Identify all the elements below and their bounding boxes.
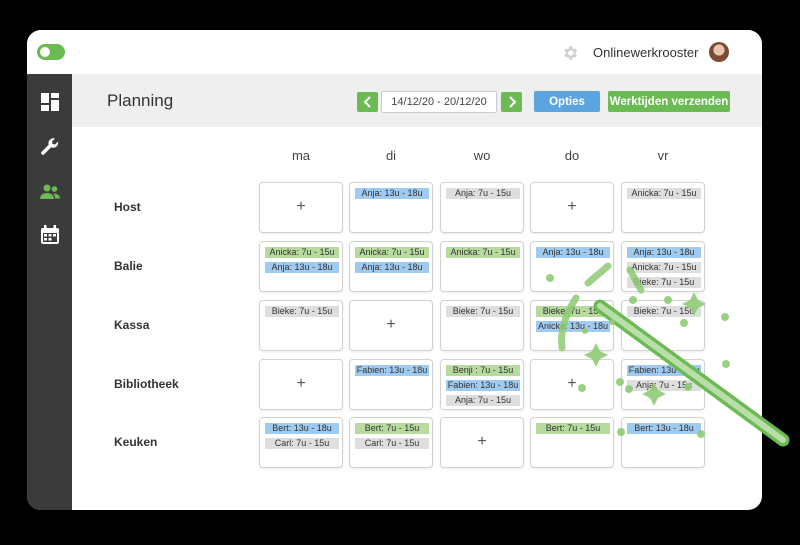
schedule-cell[interactable]: Bert: 7u - 15u Carl: 7u - 15u (349, 417, 433, 468)
shift-badge[interactable]: Anicka: 7u - 15u (446, 247, 520, 258)
shift-badge[interactable]: Anja: 13u - 18u (627, 247, 701, 258)
day-header-do: do (564, 148, 580, 163)
shift-badge[interactable]: Bieke: 7u - 15u (627, 277, 701, 288)
shift-badge[interactable]: Bert: 13u - 18u (265, 423, 339, 434)
users-icon[interactable] (40, 182, 60, 202)
app-window: Onlinewerkrooster Planning 14/12/20 - 20… (27, 30, 762, 510)
schedule-cell[interactable]: Fabien: 13u - 18u (349, 359, 433, 410)
schedule-cell[interactable]: Bieke: 7u - 15u (259, 300, 343, 351)
shift-badge[interactable]: Anicka: 7u - 15u (627, 262, 701, 273)
schedule-cell[interactable]: Benji : 7u - 15u Fabien: 13u - 18u Anja: 7… (440, 359, 524, 410)
page-title: Planning (107, 91, 174, 110)
day-header-ma: ma (291, 148, 311, 163)
schedule-cell[interactable]: Anja: 7u - 15u (440, 182, 524, 233)
day-header-di: di (385, 148, 397, 163)
schedule-cell[interactable]: Anicka: 7u - 15u Anja: 13u - 18u (259, 241, 343, 292)
avatar[interactable] (709, 42, 729, 62)
schedule-cell[interactable]: Anicka: 7u - 15u Anja: 13u - 18u (349, 241, 433, 292)
schedule-cell[interactable]: Anja: 13u - 18u Anicka: 7u - 15u Bieke: 7u… (621, 241, 705, 292)
shift-badge[interactable]: Anja: 13u - 18u (355, 262, 429, 273)
add-shift-icon[interactable]: + (441, 433, 523, 451)
shift-badge[interactable]: Fabien: 13u - 18u (355, 365, 429, 376)
schedule-cell[interactable]: + (530, 182, 614, 233)
shift-badge[interactable]: Anja: 13u - 18u (265, 262, 339, 273)
schedule-cell[interactable]: Bert: 7u - 15u (530, 417, 614, 468)
wrench-icon[interactable] (40, 137, 60, 157)
next-week-button[interactable] (501, 92, 522, 112)
schedule-cell[interactable]: Bert: 13u - 18u Carl: 7u - 15u (259, 417, 343, 468)
shift-badge[interactable]: Bieke: 7u - 15u (536, 306, 610, 317)
row-label-kassa: Kassa (114, 318, 150, 332)
schedule-cell[interactable]: Anja: 13u - 18u (349, 182, 433, 233)
add-shift-icon[interactable]: + (260, 375, 342, 393)
shift-badge[interactable]: Bieke: 7u - 15u (446, 306, 520, 317)
shift-badge[interactable]: Anicka: 13u - 18u (536, 321, 610, 332)
shift-badge[interactable]: Anicka: 7u - 15u (265, 247, 339, 258)
add-shift-icon[interactable]: + (531, 198, 613, 216)
row-label-bibliotheek: Bibliotheek (114, 377, 179, 391)
dashboard-icon[interactable] (40, 92, 60, 112)
shift-badge[interactable]: Anja: 7u - 15u (446, 188, 520, 199)
schedule-cell[interactable]: Anja: 13u - 18u (530, 241, 614, 292)
brand-name: Onlinewerkrooster (593, 45, 699, 60)
schedule-cell[interactable]: Fabien: 13u - 18u Anja: 7u - 15u (621, 359, 705, 410)
shift-badge[interactable]: Carl: 7u - 15u (355, 438, 429, 449)
add-shift-icon[interactable]: + (350, 316, 432, 334)
send-schedule-button[interactable]: Werktijden verzenden (608, 91, 730, 112)
shift-badge[interactable]: Carl: 7u - 15u (265, 438, 339, 449)
shift-badge[interactable]: Bieke: 7u - 15u (627, 306, 701, 317)
shift-badge[interactable]: Fabien: 13u - 18u (627, 365, 701, 376)
day-header-wo: wo (473, 148, 491, 163)
row-label-keuken: Keuken (114, 435, 158, 449)
schedule-cell[interactable]: Bieke: 7u - 15u Anicka: 13u - 18u (530, 300, 614, 351)
shift-badge[interactable]: Fabien: 13u - 18u (446, 380, 520, 391)
shift-badge[interactable]: Bert: 7u - 15u (536, 423, 610, 434)
content-header: Planning 14/12/20 - 20/12/20 Opties Werk… (72, 74, 762, 127)
chevron-right-icon (508, 96, 516, 108)
row-label-balie: Balie (114, 259, 143, 273)
add-shift-icon[interactable]: + (260, 198, 342, 216)
calendar-icon[interactable] (40, 225, 60, 245)
shift-badge[interactable]: Anja: 13u - 18u (536, 247, 610, 258)
schedule-cell[interactable]: + (259, 182, 343, 233)
shift-badge[interactable]: Anja: 13u - 18u (355, 188, 429, 199)
sidebar (27, 74, 72, 510)
shift-badge[interactable]: Benji : 7u - 15u (446, 365, 520, 376)
schedule-cell[interactable]: Bieke: 7u - 15u (621, 300, 705, 351)
shift-badge[interactable]: Anicka: 7u - 15u (627, 188, 701, 199)
chevron-left-icon (363, 96, 371, 108)
shift-badge[interactable]: Bieke: 7u - 15u (265, 306, 339, 317)
day-header-vr: vr (657, 148, 669, 163)
shift-badge[interactable]: Anja: 7u - 15u (446, 395, 520, 406)
schedule-cell[interactable]: Anicka: 7u - 15u (621, 182, 705, 233)
schedule-cell[interactable]: + (259, 359, 343, 410)
top-bar: Onlinewerkrooster (27, 30, 762, 74)
schedule-cell[interactable]: Bert: 13u - 18u (621, 417, 705, 468)
shift-badge[interactable]: Anja: 7u - 15u (627, 380, 701, 391)
schedule-cell[interactable]: + (349, 300, 433, 351)
date-range-field[interactable]: 14/12/20 - 20/12/20 (381, 91, 497, 113)
shift-badge[interactable]: Anicka: 7u - 15u (355, 247, 429, 258)
shift-badge[interactable]: Bert: 7u - 15u (355, 423, 429, 434)
prev-week-button[interactable] (357, 92, 378, 112)
gear-icon[interactable] (561, 44, 579, 62)
options-button[interactable]: Opties (534, 91, 600, 112)
add-shift-icon[interactable]: + (531, 375, 613, 393)
schedule-cell[interactable]: Anicka: 7u - 15u (440, 241, 524, 292)
schedule-cell[interactable]: Bieke: 7u - 15u (440, 300, 524, 351)
shift-badge[interactable]: Bert: 13u - 18u (627, 423, 701, 434)
toggle-icon[interactable] (37, 44, 65, 60)
schedule-cell[interactable]: + (440, 417, 524, 468)
schedule-cell[interactable]: + (530, 359, 614, 410)
row-label-host: Host (114, 200, 141, 214)
